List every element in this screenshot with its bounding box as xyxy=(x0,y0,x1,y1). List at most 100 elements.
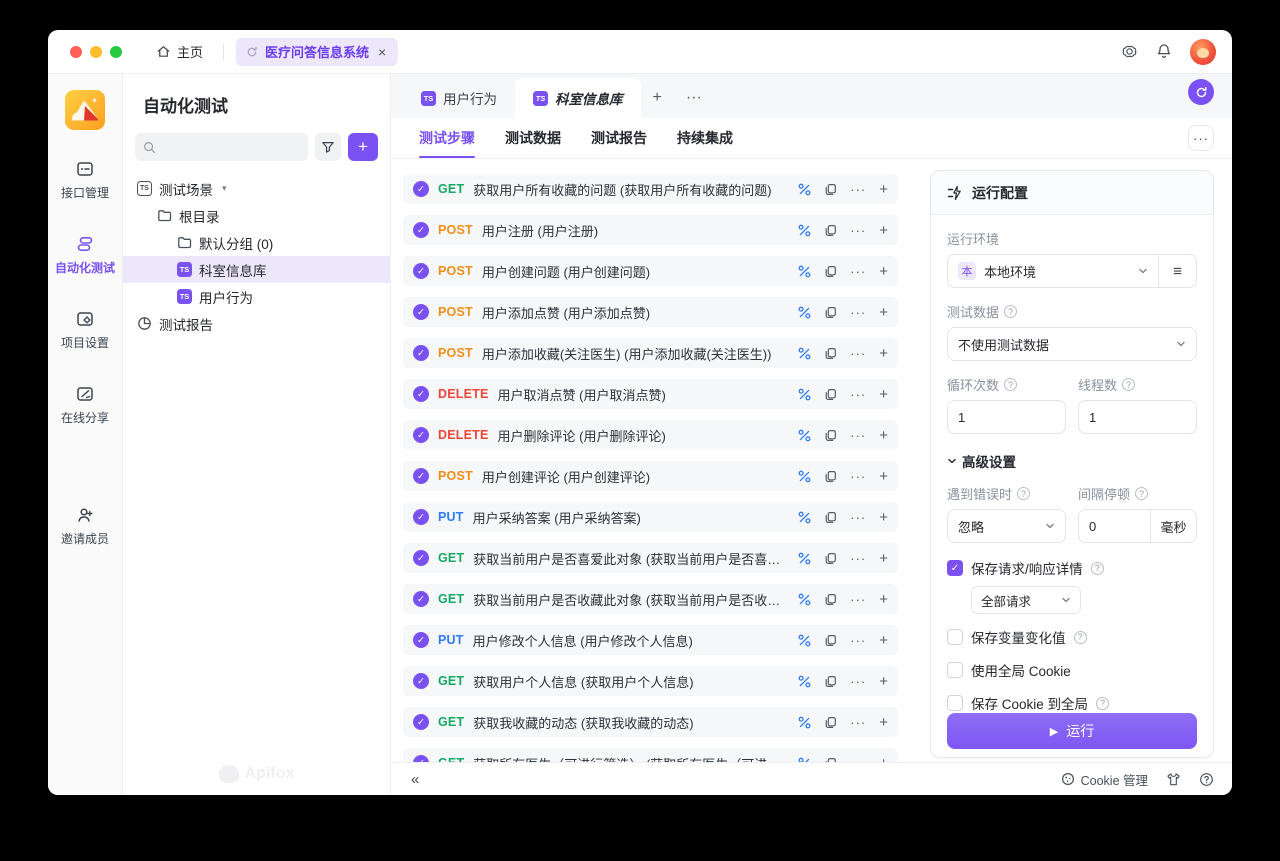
help-icon[interactable]: ? xyxy=(1096,697,1109,710)
copy-icon[interactable] xyxy=(824,511,837,524)
step-more-icon[interactable]: ··· xyxy=(850,716,866,729)
help-icon[interactable]: ? xyxy=(1122,378,1135,391)
test-step-row[interactable]: ✓ GET 获取当前用户是否喜爱此对象 (获取当前用户是否喜爱此对象) ···+ xyxy=(403,543,898,573)
help-circle-icon[interactable] xyxy=(1199,772,1214,787)
checkbox-unchecked[interactable] xyxy=(947,629,963,645)
subtab-continuous-integration[interactable]: 持续集成 xyxy=(677,118,733,158)
add-step-icon[interactable]: + xyxy=(879,346,888,361)
step-more-icon[interactable]: ··· xyxy=(850,675,866,688)
add-step-icon[interactable]: + xyxy=(879,715,888,730)
new-tab-button[interactable]: + xyxy=(641,78,674,118)
test-step-row[interactable]: ✓ GET 获取所有医生（可进行筛选） (获取所有医生（可进行筛选）) ···+ xyxy=(403,748,898,762)
extract-variable-icon[interactable] xyxy=(798,716,811,729)
thread-count-input[interactable]: 1 xyxy=(1078,400,1197,434)
project-tab[interactable]: 医疗问答信息系统 × xyxy=(236,38,398,66)
add-step-icon[interactable]: + xyxy=(879,428,888,443)
extract-variable-icon[interactable] xyxy=(798,388,811,401)
copy-icon[interactable] xyxy=(824,306,837,319)
tree-item-department-info[interactable]: TS 科室信息库 xyxy=(123,256,390,283)
help-icon[interactable]: ? xyxy=(1017,487,1030,500)
test-step-row[interactable]: ✓ GET 获取用户个人信息 (获取用户个人信息) ···+ xyxy=(403,666,898,696)
extract-variable-icon[interactable] xyxy=(798,183,811,196)
refresh-button[interactable] xyxy=(1188,79,1214,105)
help-icon[interactable]: ? xyxy=(1004,305,1017,318)
run-button[interactable]: ▶ 运行 xyxy=(947,713,1197,749)
step-checkbox-checked[interactable]: ✓ xyxy=(413,755,429,762)
copy-icon[interactable] xyxy=(824,552,837,565)
request-scope-select[interactable]: 全部请求 xyxy=(971,586,1081,614)
test-step-row[interactable]: ✓ PUT 用户修改个人信息 (用户修改个人信息) ···+ xyxy=(403,625,898,655)
tree-item-test-reports[interactable]: 测试报告 xyxy=(123,310,390,337)
help-icon[interactable]: ? xyxy=(1074,631,1087,644)
use-global-cookie-checkbox[interactable]: 使用全局 Cookie xyxy=(947,660,1197,680)
rail-item-api-management[interactable]: 接口管理 xyxy=(61,160,109,201)
test-step-row[interactable]: ✓ POST 用户添加收藏(关注医生) (用户添加收藏(关注医生)) ···+ xyxy=(403,338,898,368)
step-checkbox-checked[interactable]: ✓ xyxy=(413,714,429,730)
checkbox-checked[interactable]: ✓ xyxy=(947,560,963,576)
on-error-select[interactable]: 忽略 xyxy=(947,509,1066,543)
step-more-icon[interactable]: ··· xyxy=(850,429,866,442)
extract-variable-icon[interactable] xyxy=(798,593,811,606)
test-step-row[interactable]: ✓ POST 用户创建评论 (用户创建评论) ···+ xyxy=(403,461,898,491)
tab-department-info[interactable]: TS 科室信息库 xyxy=(515,78,641,118)
step-checkbox-checked[interactable]: ✓ xyxy=(413,509,429,525)
maximize-window-button[interactable] xyxy=(110,46,122,58)
interval-input[interactable]: 0 xyxy=(1079,510,1150,542)
checkbox-unchecked[interactable] xyxy=(947,695,963,711)
tree-item-root-directory[interactable]: 根目录 xyxy=(123,202,390,229)
step-more-icon[interactable]: ··· xyxy=(850,265,866,278)
notifications-bell-icon[interactable] xyxy=(1156,43,1172,60)
add-step-icon[interactable]: + xyxy=(879,387,888,402)
tree-item-user-behavior[interactable]: TS 用户行为 xyxy=(123,283,390,310)
add-step-icon[interactable]: + xyxy=(879,674,888,689)
add-step-icon[interactable]: + xyxy=(879,264,888,279)
minimize-window-button[interactable] xyxy=(90,46,102,58)
copy-icon[interactable] xyxy=(824,470,837,483)
add-step-icon[interactable]: + xyxy=(879,469,888,484)
test-step-row[interactable]: ✓ DELETE 用户取消点赞 (用户取消点赞) ···+ xyxy=(403,379,898,409)
rail-item-automated-testing[interactable]: 自动化测试 xyxy=(55,235,115,276)
step-more-icon[interactable]: ··· xyxy=(850,347,866,360)
help-icon[interactable]: ? xyxy=(1135,487,1148,500)
step-checkbox-checked[interactable]: ✓ xyxy=(413,632,429,648)
step-checkbox-checked[interactable]: ✓ xyxy=(413,468,429,484)
tab-user-behavior[interactable]: TS 用户行为 xyxy=(403,78,515,118)
step-checkbox-checked[interactable]: ✓ xyxy=(413,222,429,238)
step-checkbox-checked[interactable]: ✓ xyxy=(413,304,429,320)
help-icon[interactable]: ? xyxy=(1091,562,1104,575)
copy-icon[interactable] xyxy=(824,429,837,442)
copy-icon[interactable] xyxy=(824,388,837,401)
rail-item-project-settings[interactable]: 项目设置 xyxy=(61,310,109,351)
test-step-row[interactable]: ✓ POST 用户创建问题 (用户创建问题) ···+ xyxy=(403,256,898,286)
extract-variable-icon[interactable] xyxy=(798,429,811,442)
test-step-row[interactable]: ✓ GET 获取我收藏的动态 (获取我收藏的动态) ···+ xyxy=(403,707,898,737)
close-project-tab-icon[interactable]: × xyxy=(376,44,388,60)
add-step-icon[interactable]: + xyxy=(879,551,888,566)
filter-button[interactable] xyxy=(315,133,341,161)
close-window-button[interactable] xyxy=(70,46,82,58)
extract-variable-icon[interactable] xyxy=(798,470,811,483)
test-step-row[interactable]: ✓ POST 用户添加点赞 (用户添加点赞) ···+ xyxy=(403,297,898,327)
step-checkbox-checked[interactable]: ✓ xyxy=(413,345,429,361)
extract-variable-icon[interactable] xyxy=(798,511,811,524)
step-more-icon[interactable]: ··· xyxy=(850,634,866,647)
step-checkbox-checked[interactable]: ✓ xyxy=(413,386,429,402)
step-more-icon[interactable]: ··· xyxy=(850,306,866,319)
checkbox-unchecked[interactable] xyxy=(947,662,963,678)
home-button[interactable]: 主页 xyxy=(148,37,211,66)
user-avatar[interactable] xyxy=(1190,39,1216,65)
add-step-icon[interactable]: + xyxy=(879,223,888,238)
save-variable-checkbox[interactable]: 保存变量变化值 ? xyxy=(947,627,1197,647)
extract-variable-icon[interactable] xyxy=(798,306,811,319)
extract-variable-icon[interactable] xyxy=(798,552,811,565)
copy-icon[interactable] xyxy=(824,183,837,196)
subtab-test-steps[interactable]: 测试步骤 xyxy=(419,118,475,158)
copy-icon[interactable] xyxy=(824,347,837,360)
copy-icon[interactable] xyxy=(824,634,837,647)
test-step-row[interactable]: ✓ POST 用户注册 (用户注册) ···+ xyxy=(403,215,898,245)
test-step-row[interactable]: ✓ GET 获取当前用户是否收藏此对象 (获取当前用户是否收藏此对象) ···+ xyxy=(403,584,898,614)
copy-icon[interactable] xyxy=(824,224,837,237)
step-checkbox-checked[interactable]: ✓ xyxy=(413,427,429,443)
step-more-icon[interactable]: ··· xyxy=(850,511,866,524)
subtab-test-data[interactable]: 测试数据 xyxy=(505,118,561,158)
